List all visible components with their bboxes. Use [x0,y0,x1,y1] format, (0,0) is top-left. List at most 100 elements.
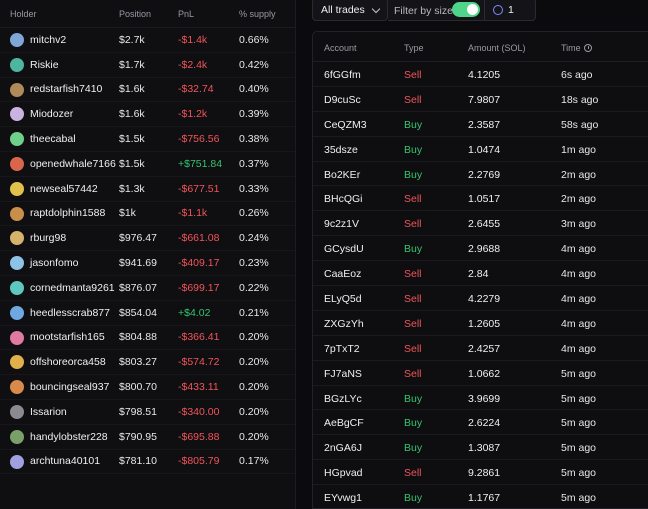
supply-column-header[interactable]: % supply [239,9,276,19]
holder-row[interactable]: mitchv2 $2.7k -$1.4k 0.66% [0,28,295,53]
trade-account[interactable]: EYvwg1 [324,492,362,504]
trade-amount: 4.2279 [468,293,501,306]
trade-account[interactable]: BHcQGi [324,193,363,205]
holder-name[interactable]: raptdolphin1588 [30,207,105,219]
trade-row[interactable]: HGpvad Sell 9.2861 5m ago [313,460,648,486]
trade-row[interactable]: 7pTxT2 Sell 2.4257 4m ago [313,336,648,361]
trade-account[interactable]: 7pTxT2 [324,343,360,355]
trade-account[interactable]: 35dsze [324,144,358,156]
account-column-header: Account [324,43,357,53]
holder-row[interactable]: Riskie $1.7k -$2.4k 0.42% [0,53,295,78]
holder-position: $804.88 [119,331,157,344]
holder-row[interactable]: handylobster228 $790.95 -$695.88 0.20% [0,425,295,450]
trade-account[interactable]: Bo2KEr [324,169,360,181]
trade-row[interactable]: 35dsze Buy 1.0474 1m ago [313,137,648,162]
holder-position: $876.07 [119,281,157,294]
trade-account[interactable]: CaaEoz [324,268,361,280]
trade-account[interactable]: HGpvad [324,467,363,479]
trades-table: Account Type Amount (SOL) Time 6fGGfm Sel… [312,31,648,509]
holder-row[interactable]: mootstarfish165 $804.88 -$366.41 0.20% [0,326,295,351]
holder-name[interactable]: Issarion [30,406,67,418]
avatar [10,107,24,122]
holder-row[interactable]: newseal57442 $1.3k -$677.51 0.33% [0,177,295,202]
holder-row[interactable]: heedlesscrab877 $854.04 +$4.02 0.21% [0,301,295,326]
trade-amount: 3.9699 [468,392,501,405]
trade-account[interactable]: ZXGzYh [324,318,364,330]
trade-row[interactable]: GCysdU Buy 2.9688 4m ago [313,236,648,262]
trade-account[interactable]: 9c2z1V [324,218,359,230]
holder-row[interactable]: redstarfish7410 $1.6k -$32.74 0.40% [0,78,295,103]
trade-account[interactable]: D9cuSc [324,94,361,106]
holder-name[interactable]: Miodozer [30,108,73,120]
holder-name[interactable]: Riskie [30,59,59,71]
holder-column-header[interactable]: Holder [10,9,37,19]
holder-row[interactable]: bouncingseal937 $800.70 -$433.11 0.20% [0,375,295,400]
pnl-column-header[interactable]: PnL [178,9,194,19]
trade-row[interactable]: CeQZM3 Buy 2.3587 58s ago [313,112,648,137]
size-value: 1 [508,3,514,16]
trade-row[interactable]: EYvwg1 Buy 1.1767 5m ago [313,485,648,508]
trade-row[interactable]: CaaEoz Sell 2.84 4m ago [313,261,648,287]
holder-name[interactable]: archtuna40101 [30,455,100,467]
holder-name[interactable]: heedlesscrab877 [30,307,110,319]
holder-row[interactable]: cornedmanta9261 $876.07 -$699.17 0.22% [0,276,295,301]
holder-name[interactable]: rburg98 [30,232,66,244]
trade-account[interactable]: ELyQ5d [324,293,362,305]
holder-name[interactable]: theecabal [30,133,76,145]
trade-type: Sell [404,317,422,330]
holder-name[interactable]: jasonfomo [30,257,78,269]
holder-row[interactable]: archtuna40101 $781.10 -$805.79 0.17% [0,450,295,475]
position-column-header[interactable]: Position [119,9,151,19]
holder-name[interactable]: mitchv2 [30,34,66,46]
holder-name[interactable]: newseal57442 [30,183,98,195]
holder-name[interactable]: cornedmanta9261 [30,282,115,294]
trade-account[interactable]: 2nGA6J [324,442,362,454]
holder-position: $1.7k [119,58,145,71]
holder-name[interactable]: handylobster228 [30,431,108,443]
trades-filter-dropdown[interactable]: All trades [312,0,388,21]
trade-row[interactable]: AeBgCF Buy 2.6224 5m ago [313,410,648,436]
trade-row[interactable]: 2nGA6J Buy 1.3087 5m ago [313,435,648,461]
holder-row[interactable]: jasonfomo $941.69 -$409.17 0.23% [0,251,295,276]
holder-supply: 0.21% [239,306,269,319]
holder-row[interactable]: Issarion $798.51 -$340.00 0.20% [0,400,295,425]
holder-row[interactable]: raptdolphin1588 $1k -$1.1k 0.26% [0,202,295,227]
clock-icon[interactable] [583,44,592,52]
trade-row[interactable]: ELyQ5d Sell 4.2279 4m ago [313,286,648,311]
trade-row[interactable]: 9c2z1V Sell 2.6455 3m ago [313,211,648,237]
avatar [10,231,24,246]
holder-name[interactable]: bouncingseal937 [30,381,109,393]
time-column-header[interactable]: Time [561,43,592,53]
trade-account[interactable]: AeBgCF [324,417,364,429]
holder-row[interactable]: openedwhale7166 $1.5k +$751.84 0.37% [0,152,295,177]
holder-row[interactable]: theecabal $1.5k -$756.56 0.38% [0,127,295,152]
holder-row[interactable]: Miodozer $1.6k -$1.2k 0.39% [0,102,295,128]
trade-row[interactable]: BGzLYc Buy 3.9699 5m ago [313,386,648,411]
trade-row[interactable]: 6fGGfm Sell 4.1205 6s ago [313,62,648,87]
trade-account[interactable]: GCysdU [324,243,364,255]
trade-account[interactable]: BGzLYc [324,393,362,405]
filter-by-size-toggle[interactable] [452,2,480,17]
size-input[interactable]: 1 [484,0,534,20]
holder-name[interactable]: offshoreorca458 [30,356,106,368]
trade-time: 4m ago [561,293,597,306]
holder-supply: 0.33% [239,182,269,195]
holder-position: $803.27 [119,356,157,369]
trade-row[interactable]: Bo2KEr Buy 2.2769 2m ago [313,162,648,187]
holder-name[interactable]: redstarfish7410 [30,83,102,95]
trade-account[interactable]: CeQZM3 [324,119,367,131]
trade-account[interactable]: FJ7aNS [324,368,362,380]
holder-name[interactable]: mootstarfish165 [30,331,105,343]
trade-row[interactable]: BHcQGi Sell 1.0517 2m ago [313,186,648,212]
holder-name[interactable]: openedwhale7166 [30,158,116,170]
trade-row[interactable]: D9cuSc Sell 7.9807 18s ago [313,87,648,112]
trade-type: Buy [404,243,423,256]
trade-row[interactable]: ZXGzYh Sell 1.2605 4m ago [313,311,648,336]
holder-pnl: -$695.88 [178,430,220,443]
avatar [10,380,24,395]
holder-row[interactable]: offshoreorca458 $803.27 -$574.72 0.20% [0,350,295,376]
trade-account[interactable]: 6fGGfm [324,69,361,81]
trade-row[interactable]: FJ7aNS Sell 1.0662 5m ago [313,361,648,386]
avatar [10,57,24,72]
holder-row[interactable]: rburg98 $976.47 -$661.08 0.24% [0,226,295,252]
